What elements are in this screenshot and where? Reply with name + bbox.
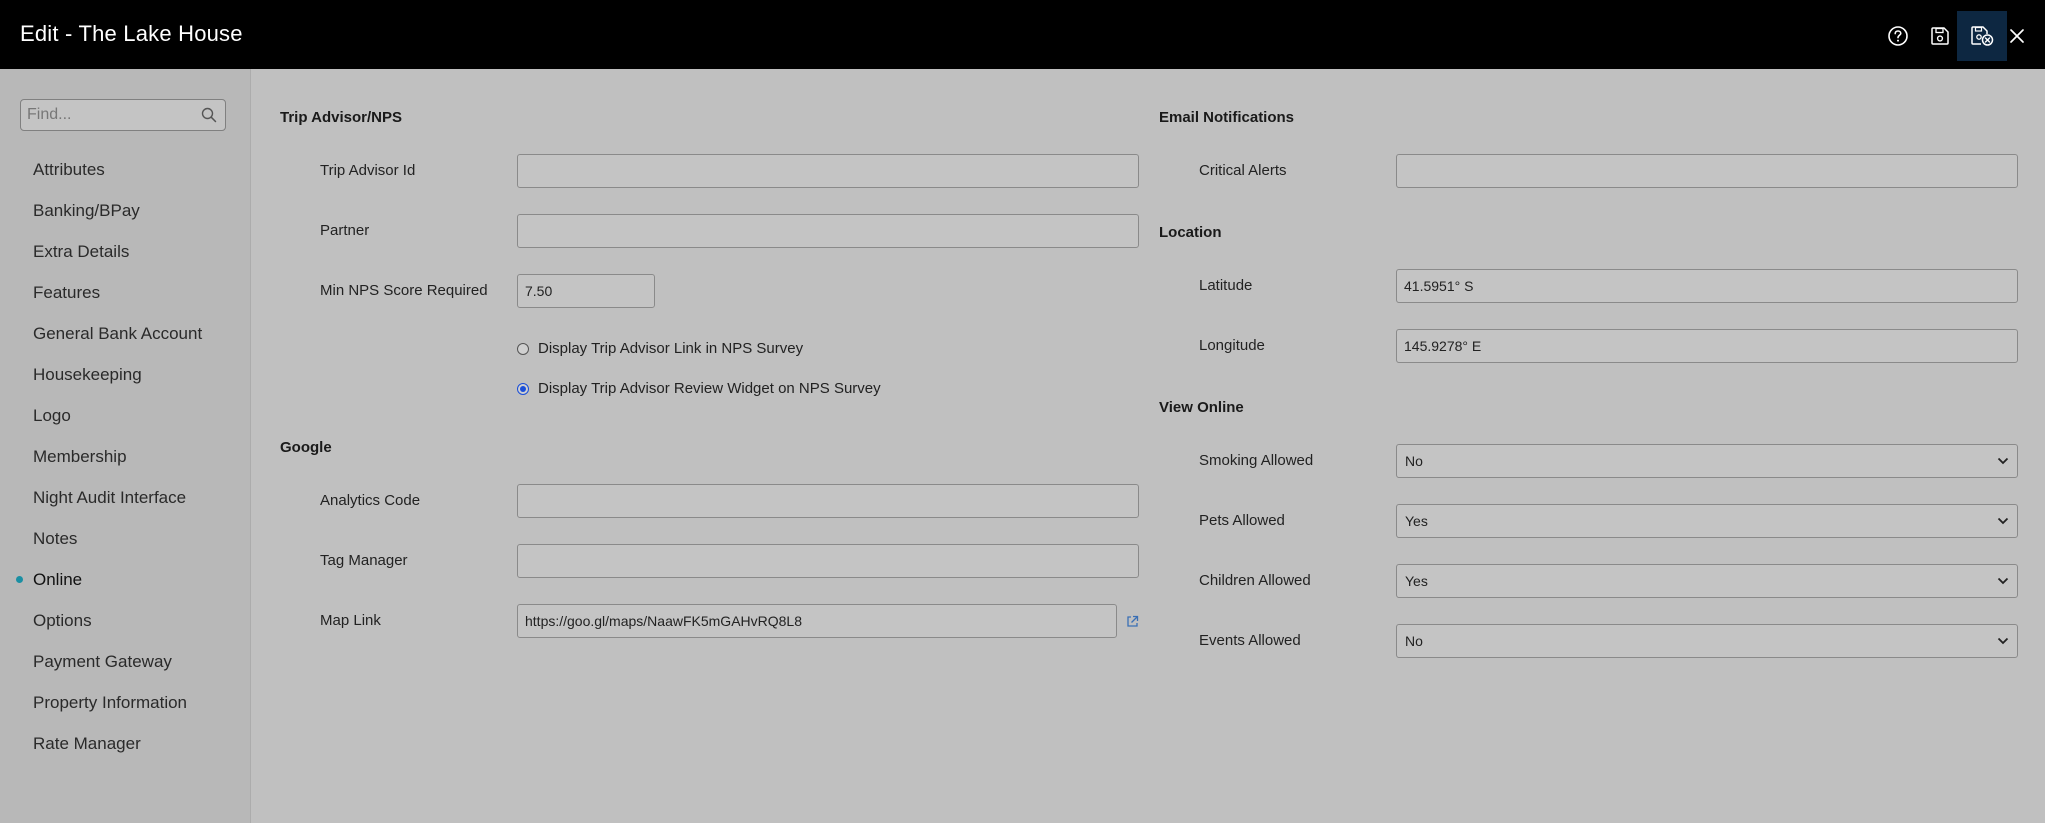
sidebar-item-notes[interactable]: Notes [0,518,250,559]
analytics-code-label: Analytics Code [320,492,421,509]
children-allowed-label: Children Allowed [1199,572,1311,589]
radio-trip-advisor-widget-label: Display Trip Advisor Review Widget on NP… [538,380,881,397]
sidebar-item-online[interactable]: Online [0,559,250,600]
sidebar-nav: Attributes Banking/BPay Extra Details Fe… [0,149,250,764]
sidebar-item-features[interactable]: Features [0,272,250,313]
search-input[interactable] [21,100,203,130]
save-button[interactable] [1918,14,1962,58]
radio-trip-advisor-link-control[interactable] [517,342,529,355]
min-nps-score-label: Min NPS Score Required [320,282,488,299]
section-trip-advisor-nps: Trip Advisor/NPS [280,109,402,126]
external-link-icon[interactable] [1126,615,1139,628]
save-close-icon [1971,26,1994,46]
sidebar-item-options[interactable]: Options [0,600,250,641]
sidebar-item-membership[interactable]: Membership [0,436,250,477]
map-link-label: Map Link [320,612,381,629]
min-nps-score-input[interactable] [517,274,655,308]
title-bar: Edit - The Lake House [0,0,2045,69]
radio-trip-advisor-link-label: Display Trip Advisor Link in NPS Survey [538,340,804,357]
pets-allowed-label: Pets Allowed [1199,512,1285,529]
section-location: Location [1159,224,1222,241]
close-icon [2010,29,2024,43]
map-link-input[interactable] [517,604,1117,638]
sidebar-item-payment-gateway[interactable]: Payment Gateway [0,641,250,682]
events-allowed-select[interactable]: No [1396,624,2018,658]
pets-allowed-select[interactable]: Yes [1396,504,2018,538]
chevron-down-icon [1997,637,2009,645]
help-icon [1888,26,1908,46]
sidebar-item-extra-details[interactable]: Extra Details [0,231,250,272]
sidebar-item-housekeeping[interactable]: Housekeeping [0,354,250,395]
sidebar-item-general-bank-account[interactable]: General Bank Account [0,313,250,354]
smoking-allowed-label: Smoking Allowed [1199,452,1314,469]
smoking-allowed-value: No [1405,453,1423,469]
chevron-down-icon [1997,577,2009,585]
pets-allowed-value: Yes [1405,513,1428,529]
search-icon[interactable] [201,107,217,123]
radio-trip-advisor-link[interactable]: Display Trip Advisor Link in NPS Survey [517,340,803,357]
help-button[interactable] [1876,14,1920,58]
window-title: Edit - The Lake House [20,21,243,46]
section-email-notifications: Email Notifications [1159,109,1295,126]
sidebar-item-banking-bpay[interactable]: Banking/BPay [0,190,250,231]
chevron-down-icon [1997,457,2009,465]
sidebar-item-night-audit-interface[interactable]: Night Audit Interface [0,477,250,518]
critical-alerts-label: Critical Alerts [1199,162,1287,179]
longitude-label: Longitude [1199,337,1265,354]
section-google: Google [280,439,332,456]
partner-label: Partner [320,222,370,239]
latitude-label: Latitude [1199,277,1253,294]
children-allowed-value: Yes [1405,573,1428,589]
sidebar: Attributes Banking/BPay Extra Details Fe… [0,69,251,823]
events-allowed-label: Events Allowed [1199,632,1301,649]
children-allowed-select[interactable]: Yes [1396,564,2018,598]
trip-advisor-id-input[interactable] [517,154,1139,188]
sidebar-item-attributes[interactable]: Attributes [0,149,250,190]
partner-input[interactable] [517,214,1139,248]
section-view-online: View Online [1159,399,1244,416]
tag-manager-input[interactable] [517,544,1139,578]
critical-alerts-input[interactable] [1396,154,2018,188]
tag-manager-label: Tag Manager [320,552,408,569]
latitude-input[interactable] [1396,269,2018,303]
radio-trip-advisor-widget[interactable]: Display Trip Advisor Review Widget on NP… [517,380,881,397]
close-button[interactable] [1995,14,2039,58]
sidebar-item-property-information[interactable]: Property Information [0,682,250,723]
sidebar-item-logo[interactable]: Logo [0,395,250,436]
smoking-allowed-select[interactable]: No [1396,444,2018,478]
sidebar-search [20,99,226,131]
sidebar-item-rate-manager[interactable]: Rate Manager [0,723,250,764]
radio-trip-advisor-widget-control[interactable] [517,382,529,395]
trip-advisor-id-label: Trip Advisor Id [320,162,416,179]
analytics-code-input[interactable] [517,484,1139,518]
longitude-input[interactable] [1396,329,2018,363]
events-allowed-value: No [1405,633,1423,649]
chevron-down-icon [1997,517,2009,525]
save-icon [1931,27,1949,45]
